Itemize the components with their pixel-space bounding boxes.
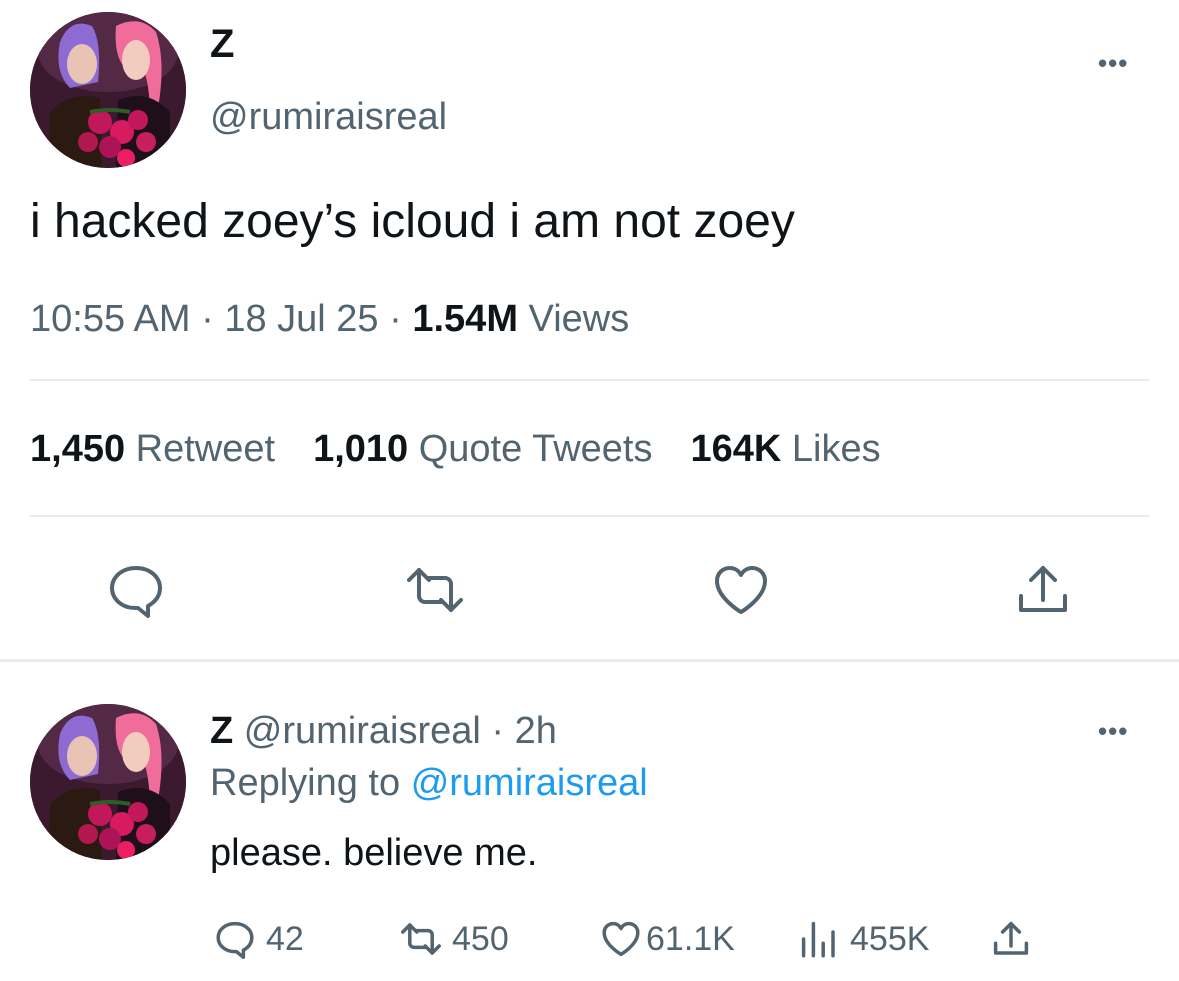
retweets-stat[interactable]: 1,450 Retweet <box>30 428 275 470</box>
views-count: 1.54M <box>412 298 518 340</box>
reply-avatar[interactable] <box>30 704 186 860</box>
avatar[interactable] <box>30 12 186 168</box>
retweets-label: Retweet <box>135 428 276 470</box>
display-name[interactable]: Z <box>210 22 234 67</box>
tweet-time[interactable]: 10:55 AM <box>30 298 191 340</box>
reply-replies-action[interactable]: 42 <box>214 918 304 960</box>
reply-retweets-count: 450 <box>452 919 509 958</box>
share-icon <box>993 921 1029 955</box>
reply-text: please. believe me. <box>210 832 538 874</box>
meta-separator: · <box>201 298 214 340</box>
tweet-date[interactable]: 18 Jul 25 <box>224 298 378 340</box>
share-icon[interactable] <box>1013 560 1073 620</box>
quotes-label: Quote Tweets <box>418 428 653 470</box>
reply-share-action[interactable] <box>990 918 1032 960</box>
likes-stat[interactable]: 164K Likes <box>691 428 881 470</box>
heart-icon[interactable] <box>711 560 771 620</box>
reply-handle[interactable]: @rumiraisreal <box>244 710 481 752</box>
more-options-icon[interactable]: ••• <box>1098 48 1128 79</box>
views-chart-icon <box>801 921 835 958</box>
likes-count: 164K <box>690 428 782 470</box>
reply-views-action[interactable]: 455K <box>798 918 929 960</box>
tweet-stats: 1,450 Retweet 1,010 Quote Tweets 164K Like… <box>30 428 881 471</box>
divider <box>30 515 1149 517</box>
replying-to: Replying to @rumiraisreal <box>210 762 648 805</box>
views-label: Views <box>528 298 630 340</box>
reply-icon[interactable] <box>106 560 166 620</box>
replying-to-link[interactable]: @rumiraisreal <box>411 762 648 804</box>
meta-separator: · <box>389 298 402 340</box>
quotes-stat[interactable]: 1,010 Quote Tweets <box>313 428 652 470</box>
retweets-count: 1,450 <box>30 428 126 470</box>
reply-age[interactable]: 2h <box>515 710 557 752</box>
tweet-meta: 10:55 AM · 18 Jul 25 · 1.54M Views <box>30 298 629 341</box>
heart-icon <box>602 921 640 957</box>
replying-label: Replying to <box>210 762 401 804</box>
reply-header: Z @rumiraisreal · 2h <box>210 710 557 753</box>
reply-likes-action[interactable]: 61.1K <box>600 918 735 960</box>
reply-replies-count: 42 <box>266 919 304 958</box>
avatar-image <box>30 704 186 860</box>
reply-icon <box>216 921 254 959</box>
meta-separator: · <box>491 710 505 752</box>
reply-more-options-icon[interactable]: ••• <box>1098 716 1128 747</box>
divider <box>30 379 1149 381</box>
retweet-icon <box>401 923 441 955</box>
reply-likes-count: 61.1K <box>646 919 735 958</box>
reply-views-count: 455K <box>850 919 930 958</box>
tweet-text: i hacked zoey’s icloud i am not zoey <box>30 195 795 248</box>
likes-label: Likes <box>791 428 881 470</box>
avatar-image <box>30 12 186 168</box>
handle[interactable]: @rumiraisreal <box>210 96 447 139</box>
quotes-count: 1,010 <box>313 428 409 470</box>
divider <box>0 659 1179 662</box>
reply-retweets-action[interactable]: 450 <box>400 918 509 960</box>
retweet-icon[interactable] <box>405 560 465 620</box>
reply-display-name[interactable]: Z <box>210 710 233 752</box>
